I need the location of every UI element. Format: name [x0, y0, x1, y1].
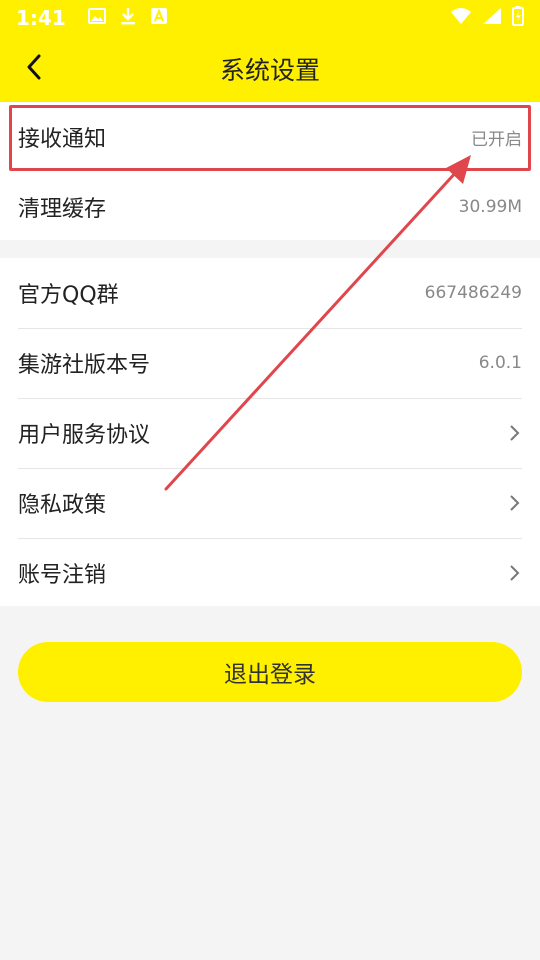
row-privacy-policy[interactable]: 隐私政策 — [0, 468, 540, 538]
signal-icon — [482, 7, 502, 29]
row-label: 接收通知 — [18, 127, 107, 152]
chevron-right-icon — [508, 493, 522, 513]
image-icon — [87, 8, 106, 28]
battery-icon — [512, 6, 524, 30]
row-account-deletion[interactable]: 账号注销 — [0, 538, 540, 608]
row-value: 已开启 — [471, 129, 522, 150]
font-icon — [150, 7, 168, 29]
app-bar: 系统设置 — [0, 36, 540, 102]
row-label: 清理缓存 — [18, 197, 107, 222]
row-value: 30.99M — [458, 197, 522, 217]
row-label: 隐私政策 — [18, 493, 107, 518]
row-value: 6.0.1 — [478, 353, 522, 373]
settings-group-general: 接收通知 已开启 清理缓存 30.99M — [0, 102, 540, 240]
settings-group-about: 官方QQ群 667486249 集游社版本号 6.0.1 用户服务协议 隐私政策… — [0, 258, 540, 606]
row-label: 集游社版本号 — [18, 353, 151, 378]
row-clear-cache[interactable]: 清理缓存 30.99M — [0, 172, 540, 242]
logout-button[interactable]: 退出登录 — [18, 642, 522, 702]
status-icons-right — [450, 6, 524, 30]
row-value: 667486249 — [424, 283, 522, 303]
screen: 1:41 系统设置 接收通知 已开启 清理缓存 30.99M 官方QQ群 667… — [0, 0, 540, 960]
chevron-left-icon — [26, 54, 42, 84]
row-official-qq-group[interactable]: 官方QQ群 667486249 — [0, 258, 540, 328]
wifi-icon — [450, 7, 472, 29]
status-bar: 1:41 — [0, 0, 540, 36]
chevron-right-icon — [508, 423, 522, 443]
download-icon — [120, 7, 136, 29]
row-receive-notifications[interactable]: 接收通知 已开启 — [0, 102, 540, 172]
status-time: 1:41 — [16, 6, 66, 30]
row-app-version[interactable]: 集游社版本号 6.0.1 — [0, 328, 540, 398]
row-label: 官方QQ群 — [18, 283, 119, 308]
page-title: 系统设置 — [219, 56, 320, 85]
row-label: 账号注销 — [18, 563, 107, 588]
chevron-right-icon — [508, 563, 522, 583]
row-label: 用户服务协议 — [18, 423, 151, 448]
status-icons-left — [87, 7, 168, 29]
back-button[interactable] — [14, 49, 54, 89]
row-user-agreement[interactable]: 用户服务协议 — [0, 398, 540, 468]
